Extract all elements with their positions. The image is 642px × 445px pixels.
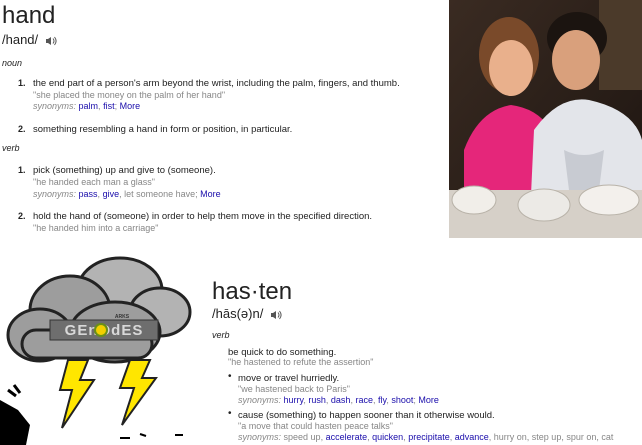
speaker-icon[interactable] xyxy=(45,36,57,46)
hand-verb-1-def: pick (something) up and give to (someone… xyxy=(33,165,216,176)
hasten-verb-label: verb xyxy=(212,330,230,340)
hand-verb-2-num: 2. xyxy=(18,211,26,221)
hasten-sub-2-def: cause (something) to happen sooner than … xyxy=(238,410,495,421)
hasten-sub-2-example: "a move that could hasten peace talks" xyxy=(238,421,393,431)
hand-verb-1-synonyms: synonyms: pass, give, let someone have; … xyxy=(33,189,221,199)
synonym-link[interactable]: quicken xyxy=(372,432,403,442)
bullet: • xyxy=(228,408,232,419)
hand-noun-2-num: 2. xyxy=(18,124,26,134)
synonym-link[interactable]: hurry xyxy=(284,395,304,405)
hasten-pronunciation: /hās(ə)n/ xyxy=(212,306,282,321)
hasten-main-example: "he hastened to refute the assertion" xyxy=(228,357,374,367)
storm-cloud-logo: GEnOdES ARKS xyxy=(0,256,192,445)
synonym-link[interactable]: rush xyxy=(308,395,326,405)
hand-noun-1-example: "she placed the money on the palm of her… xyxy=(33,90,226,100)
hand-pronunciation: /hand/ xyxy=(2,32,57,47)
synonym-link[interactable]: advance xyxy=(455,432,489,442)
hand-noun-label: noun xyxy=(2,58,23,68)
synonym-link[interactable]: race xyxy=(355,395,373,405)
synonym-link[interactable]: precipitate xyxy=(408,432,450,442)
hasten-sub-1-example: "we hastened back to Paris" xyxy=(238,384,350,394)
synonym-link[interactable]: accelerate xyxy=(326,432,368,442)
hand-noun-1-num: 1. xyxy=(18,78,26,88)
hasten-sub-1-def: move or travel hurriedly. xyxy=(238,373,340,384)
more-link[interactable]: More xyxy=(120,101,141,111)
hand-noun-2-def: something resembling a hand in form or p… xyxy=(33,124,293,135)
hand-headword: hand xyxy=(2,2,56,29)
hasten-sub-2-synonyms: synonyms: speed up, accelerate, quicken,… xyxy=(238,432,614,442)
speaker-icon[interactable] xyxy=(270,310,282,320)
logo-small-text: ARKS xyxy=(115,314,130,320)
bullet: • xyxy=(228,371,232,382)
more-link[interactable]: More xyxy=(418,395,439,405)
hand-verb-1-num: 1. xyxy=(18,165,26,175)
synonym-link[interactable]: shoot xyxy=(391,395,413,405)
synonym-link[interactable]: dash xyxy=(331,395,351,405)
synonym-link[interactable]: fist xyxy=(103,101,115,111)
synonym-link[interactable]: give xyxy=(103,189,120,199)
hand-noun-1-synonyms: synonyms: palm, fist; More xyxy=(33,101,141,111)
hand-verb-2-example: "he handed him into a carriage" xyxy=(33,223,159,233)
hand-verb-1-example: "he handed each man a glass" xyxy=(33,177,155,187)
hand-verb-label: verb xyxy=(2,143,20,153)
hasten-sub-1-synonyms: synonyms: hurry, rush, dash, race, fly, … xyxy=(238,395,439,405)
hand-noun-1-def: the end part of a person's arm beyond th… xyxy=(33,78,400,89)
hasten-headword: has·ten xyxy=(212,278,293,305)
hand-verb-2-def: hold the hand of (someone) in order to h… xyxy=(33,211,373,222)
more-link[interactable]: More xyxy=(200,189,221,199)
synonym-link[interactable]: pass xyxy=(79,189,98,199)
couple-photo xyxy=(449,0,642,238)
synonym-link[interactable]: fly xyxy=(378,395,386,405)
synonym-link[interactable]: palm xyxy=(79,101,99,111)
